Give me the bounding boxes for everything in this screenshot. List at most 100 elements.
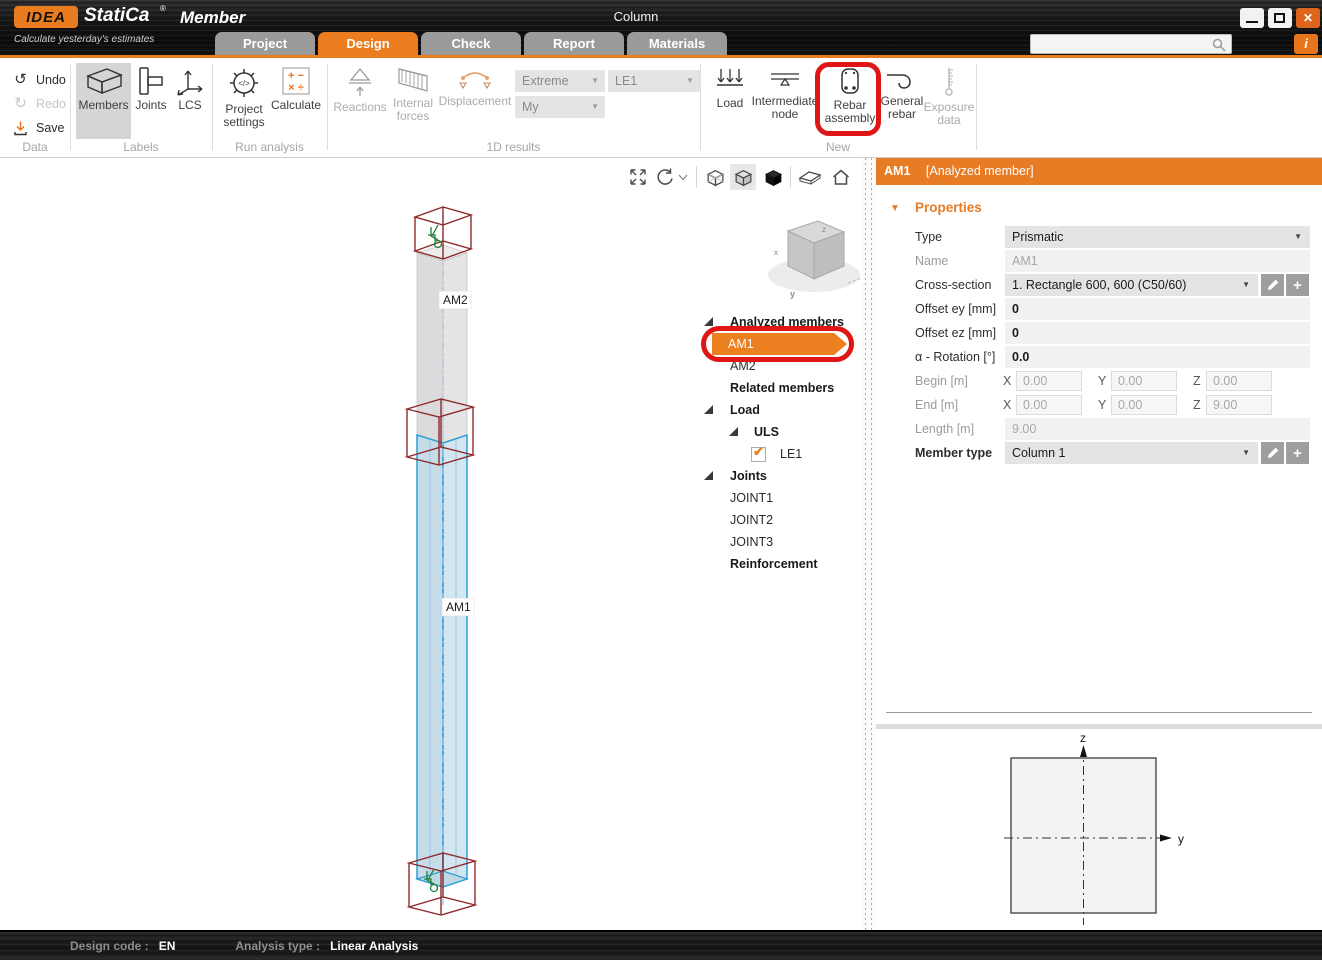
end-y-field: 0.00 xyxy=(1111,395,1177,415)
calculate-button[interactable]: + − × ÷ Calculate xyxy=(270,63,322,139)
members-button[interactable]: Members xyxy=(76,63,131,139)
exposure-data-button: Exposure data xyxy=(924,63,974,139)
tab-check[interactable]: Check xyxy=(421,32,521,55)
new-load-button[interactable]: Load + xyxy=(706,63,754,139)
support-symbol-top xyxy=(428,225,442,248)
offset-ey-label: Offset ey [mm] xyxy=(915,298,996,320)
status-bar: Design code : EN Analysis type : Linear … xyxy=(0,930,1322,960)
home-view-button[interactable] xyxy=(828,164,854,190)
cross-section-label: Cross-section xyxy=(915,274,991,296)
info-button[interactable]: i xyxy=(1294,34,1318,54)
tree-item-joint1[interactable]: JOINT1 xyxy=(730,487,773,509)
search-input[interactable] xyxy=(1030,34,1232,54)
intermediate-node-button[interactable]: Intermediate node + xyxy=(754,63,816,139)
joints-button[interactable]: Joints xyxy=(133,63,169,139)
chevron-down-icon: ▼ xyxy=(591,96,599,118)
undo-button[interactable]: ↺ Undo xyxy=(12,72,66,87)
minimize-icon xyxy=(1246,21,1258,23)
general-rebar-button[interactable]: General rebar + xyxy=(876,63,928,139)
property-row-rotation: α - Rotation [°] 0.0 xyxy=(876,346,1322,370)
y-axis-label: y xyxy=(1178,832,1184,846)
tree-expander-joints[interactable] xyxy=(704,471,713,480)
coord-y-label: Y xyxy=(1098,370,1106,392)
redo-icon: ↻ xyxy=(12,96,29,111)
tree-item-load[interactable]: Load xyxy=(730,399,760,421)
clip-plane-button[interactable] xyxy=(797,164,823,190)
edit-member-type-button[interactable] xyxy=(1261,442,1284,464)
offset-ez-field[interactable]: 0 xyxy=(1005,322,1310,344)
group-label-new: New xyxy=(700,140,976,154)
chevron-down-icon: ▼ xyxy=(1242,274,1250,296)
tree-expander-load[interactable] xyxy=(704,405,713,414)
app-window: IDEA StatiCa ® Member Calculate yesterda… xyxy=(0,0,1322,960)
properties-panel-header: AM1 [Analyzed member] xyxy=(876,158,1322,185)
wireframe-view-button[interactable] xyxy=(702,164,728,190)
property-row-cross-section: Cross-section 1. Rectangle 600, 600 (C50… xyxy=(876,274,1322,298)
project-settings-button[interactable]: </> Project settings xyxy=(218,63,270,139)
tree-item-uls[interactable]: ULS xyxy=(754,421,779,443)
y-axis-arrow xyxy=(1160,835,1172,842)
tagline: Calculate yesterday's estimates xyxy=(14,34,154,45)
tab-design[interactable]: Design xyxy=(318,32,418,55)
edit-cross-section-button[interactable] xyxy=(1261,274,1284,296)
panel-splitter[interactable] xyxy=(862,158,876,930)
tree-item-joint2[interactable]: JOINT2 xyxy=(730,509,773,531)
tree-item-joint3[interactable]: JOINT3 xyxy=(730,531,773,553)
member-type-label: Member type xyxy=(915,442,992,464)
tree-item-le1[interactable]: LE1 xyxy=(780,443,802,465)
name-label: Name xyxy=(915,250,948,272)
tree-item-reinforcement[interactable]: Reinforcement xyxy=(730,553,818,575)
rotation-label: α - Rotation [°] xyxy=(915,346,995,368)
load-icon xyxy=(715,66,745,94)
tree-expander-analyzed-members[interactable] xyxy=(704,317,713,326)
tree-expander-uls[interactable] xyxy=(729,427,738,436)
tree-item-related-members[interactable]: Related members xyxy=(730,377,834,399)
gear-icon: </> xyxy=(227,66,261,100)
tab-materials[interactable]: Materials xyxy=(627,32,727,55)
general-rebar-icon xyxy=(885,66,919,92)
property-row-member-type: Member type Column 1 ▼ + xyxy=(876,442,1322,466)
close-button[interactable]: ✕ xyxy=(1296,8,1320,28)
shaded-wireframe-view-button[interactable] xyxy=(730,164,756,190)
property-row-end: End [m] X 0.00 Y 0.00 Z 9.00 xyxy=(876,394,1322,418)
begin-z-field: 0.00 xyxy=(1206,371,1272,391)
extreme-dropdown-value: Extreme xyxy=(522,74,569,88)
rotation-field[interactable]: 0.0 xyxy=(1005,346,1310,368)
lcs-label: LCS xyxy=(178,99,201,112)
selected-object-name: AM1 xyxy=(884,164,910,178)
toolbar-separator xyxy=(696,166,697,188)
maximize-button[interactable] xyxy=(1268,8,1292,28)
tab-project[interactable]: Project xyxy=(215,32,315,55)
type-dropdown[interactable]: Prismatic ▼ xyxy=(1005,226,1310,248)
rotate-view-button[interactable] xyxy=(652,164,678,190)
offset-ey-field[interactable]: 0 xyxy=(1005,298,1310,320)
coord-y-label: Y xyxy=(1098,394,1106,416)
component-dropdown[interactable]: My ▼ xyxy=(515,96,605,118)
offset-ez-label: Offset ez [mm] xyxy=(915,322,996,344)
tab-report[interactable]: Report xyxy=(524,32,624,55)
lcs-button[interactable]: LCS xyxy=(172,63,208,139)
load-case-dropdown[interactable]: LE1 ▼ xyxy=(608,70,700,92)
maximize-icon xyxy=(1274,13,1285,23)
zoom-fit-button[interactable] xyxy=(625,164,651,190)
section-collapse-icon[interactable]: ▼ xyxy=(890,203,900,214)
intermediate-node-icon xyxy=(769,66,801,92)
clip-plane-icon xyxy=(798,168,822,186)
cross-section-preview: z y xyxy=(1002,733,1212,933)
calculate-icon: + − × ÷ xyxy=(281,66,311,96)
add-member-type-button[interactable]: + xyxy=(1286,442,1309,464)
extreme-dropdown[interactable]: Extreme ▼ xyxy=(515,70,605,92)
minimize-button[interactable] xyxy=(1240,8,1264,28)
solid-view-button[interactable] xyxy=(760,164,786,190)
ribbon-separator xyxy=(70,64,71,150)
add-cross-section-button[interactable]: + xyxy=(1286,274,1309,296)
rotate-options-chevron[interactable] xyxy=(676,164,690,190)
internal-forces-button: Internal forces xyxy=(389,63,437,139)
member-type-dropdown[interactable]: Column 1 ▼ xyxy=(1005,442,1258,464)
cross-section-dropdown[interactable]: 1. Rectangle 600, 600 (C50/60) ▼ xyxy=(1005,274,1258,296)
tree-item-joints[interactable]: Joints xyxy=(730,465,767,487)
le1-checkbox[interactable]: ✔ xyxy=(751,447,766,462)
navigation-cube[interactable]: x y z xyxy=(762,205,866,305)
svg-text:+ −: + − xyxy=(288,70,304,82)
save-button[interactable]: Save xyxy=(12,120,65,136)
